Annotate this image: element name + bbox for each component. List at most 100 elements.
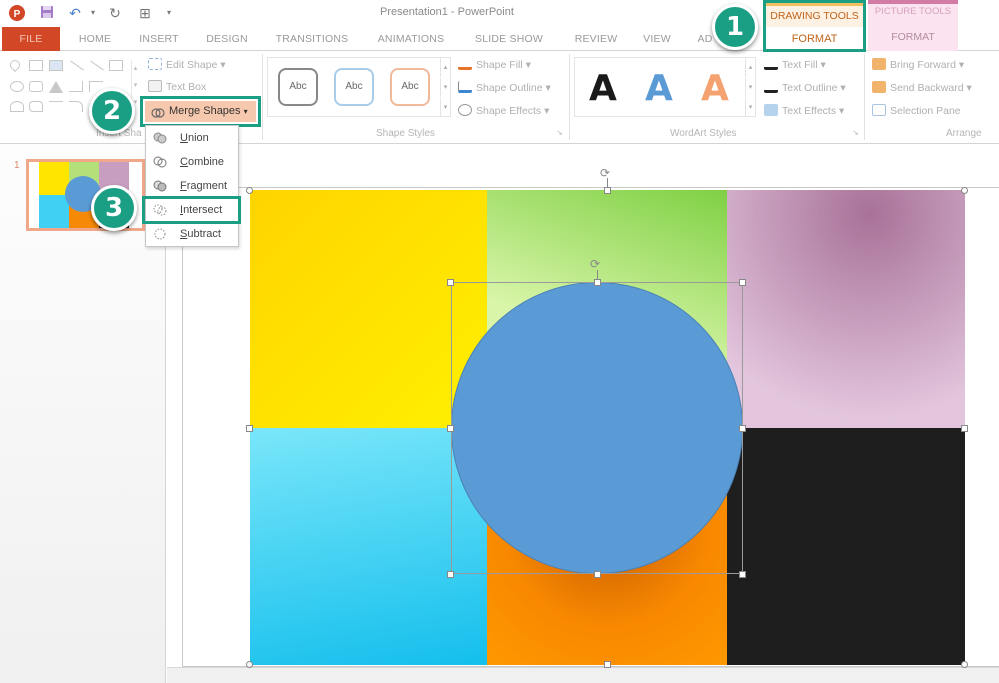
shape-triangle-icon[interactable] — [49, 81, 63, 93]
tab-review[interactable]: REVIEW — [568, 27, 624, 51]
shape-rectangle-icon[interactable] — [29, 60, 43, 71]
tab-transitions[interactable]: TRANSITIONS — [266, 27, 358, 51]
shape-effects-icon — [458, 104, 472, 116]
rotate-handle-line — [607, 178, 608, 188]
menu-item-subtract[interactable]: Subtract — [146, 222, 238, 246]
redo-icon[interactable]: ↻ — [106, 4, 124, 22]
shape-rect2-icon[interactable] — [109, 60, 123, 71]
shape-outline-icon — [458, 81, 472, 93]
shape-style-preview-blue[interactable]: Abc — [334, 68, 374, 106]
menu-item-fragment[interactable]: Fragment — [146, 174, 238, 198]
shape-bracket-icon[interactable] — [49, 101, 63, 112]
thumb-cyan — [39, 195, 69, 228]
shape-rounded-rect-icon[interactable] — [29, 81, 43, 92]
purple-rectangle[interactable] — [727, 190, 965, 428]
circle-selection-box — [451, 282, 743, 574]
shape-arc-icon[interactable] — [69, 101, 83, 112]
text-box-button[interactable]: Text Box — [148, 80, 206, 93]
resize-handle[interactable] — [447, 425, 454, 432]
resize-handle[interactable] — [739, 425, 746, 432]
text-effects-button[interactable]: Text Effects ▾ — [764, 104, 844, 117]
resize-handle[interactable] — [961, 425, 968, 432]
window-title: Presentation1 - PowerPoint — [380, 6, 514, 18]
shape-styles-gallery[interactable]: Abc Abc Abc ▴ ▾ ▾ — [267, 57, 451, 117]
wordart-styles-gallery[interactable]: A A A ▴ ▾ ▾ — [574, 57, 756, 117]
shape-elbow-connector-icon[interactable] — [69, 81, 83, 92]
tab-drawing-tools-format[interactable]: DRAWING TOOLS FORMAT — [763, 0, 866, 52]
resize-handle[interactable] — [246, 661, 253, 668]
customize-qat-icon[interactable]: ▾ — [160, 4, 178, 22]
gallery-scroll-up[interactable]: ▴ — [440, 58, 450, 77]
shape-line-icon[interactable] — [70, 60, 84, 71]
tab-home[interactable]: HOME — [66, 27, 124, 51]
resize-handle[interactable] — [594, 279, 601, 286]
menu-item-combine[interactable]: Combine — [146, 150, 238, 174]
wordart-scroll-up[interactable]: ▴ — [745, 58, 755, 77]
resize-handle[interactable] — [739, 279, 746, 286]
resize-handle[interactable] — [961, 187, 968, 194]
undo-dropdown-icon[interactable]: ▾ — [84, 4, 102, 22]
resize-handle[interactable] — [246, 425, 253, 432]
merge-shapes-menu: Union Combine Fragment Intersect Subtrac… — [145, 125, 239, 247]
gallery-more[interactable]: ▾ — [440, 98, 450, 117]
shape-textbox-icon[interactable] — [49, 60, 63, 71]
undo-icon[interactable]: ↶ — [66, 4, 84, 22]
shape-arrow-icon[interactable] — [90, 60, 104, 71]
shape-cloud-icon[interactable] — [29, 101, 43, 112]
gallery-scroll-down[interactable]: ▾ — [440, 78, 450, 97]
wordart-preview-orange[interactable]: A — [701, 68, 729, 109]
callout-step-2: 2 — [89, 88, 135, 134]
shape-styles-launcher-icon[interactable]: ↘ — [556, 128, 563, 137]
wordart-launcher-icon[interactable]: ↘ — [852, 128, 859, 137]
callout-step-3: 3 — [91, 185, 137, 231]
shape-oval-icon[interactable] — [10, 81, 24, 92]
shape-style-preview-orange[interactable]: Abc — [390, 68, 430, 106]
start-from-beginning-icon[interactable]: ⊞ — [136, 4, 154, 22]
text-outline-button[interactable]: Text Outline ▾ — [764, 81, 846, 94]
status-area — [167, 667, 999, 683]
save-icon[interactable] — [38, 4, 56, 22]
wordart-preview-black[interactable]: A — [589, 68, 617, 109]
tab-picture-tools-format[interactable]: PICTURE TOOLS FORMAT — [868, 0, 958, 51]
resize-handle[interactable] — [604, 187, 611, 194]
drawing-tools-format-label: FORMAT — [791, 33, 838, 45]
wordart-scroll-down[interactable]: ▾ — [745, 78, 755, 97]
send-backward-button[interactable]: Send Backward ▾ — [872, 81, 972, 94]
shape-arrow-down-icon[interactable] — [10, 101, 24, 112]
tab-slide-show[interactable]: SLIDE SHOW — [466, 27, 552, 51]
resize-handle[interactable] — [246, 187, 253, 194]
shape-effects-button[interactable]: Shape Effects ▾ — [458, 104, 549, 117]
wordart-preview-blue[interactable]: A — [645, 68, 673, 109]
circle-rotate-handle-icon[interactable]: ⟳ — [590, 257, 600, 271]
shape-style-preview-dark[interactable]: Abc — [278, 68, 318, 106]
picture-tools-label: PICTURE TOOLS — [874, 6, 952, 17]
text-fill-button[interactable]: Text Fill ▾ — [764, 58, 826, 71]
resize-handle[interactable] — [604, 661, 611, 668]
resize-handle[interactable] — [739, 571, 746, 578]
subtract-icon — [154, 228, 166, 240]
tab-insert[interactable]: INSERT — [128, 27, 190, 51]
wordart-more[interactable]: ▾ — [745, 98, 755, 117]
resize-handle[interactable] — [594, 571, 601, 578]
shape-heart-icon[interactable] — [7, 57, 23, 73]
selection-pane-button[interactable]: Selection Pane — [872, 104, 961, 117]
merge-shapes-dropdown-icon: ▾ — [243, 107, 248, 116]
tab-file[interactable]: FILE — [2, 27, 60, 51]
menu-item-union[interactable]: Union — [146, 126, 238, 150]
shape-fill-button[interactable]: Shape Fill ▾ — [458, 58, 531, 71]
resize-handle[interactable] — [961, 661, 968, 668]
tab-view[interactable]: VIEW — [632, 27, 682, 51]
intersect-highlight-box — [142, 196, 241, 224]
edit-shape-button[interactable]: Edit Shape ▾ — [148, 58, 226, 71]
merge-shapes-button[interactable]: Merge Shapes ▾ — [140, 96, 261, 127]
tab-design[interactable]: DESIGN — [196, 27, 258, 51]
tab-animations[interactable]: ANIMATIONS — [368, 27, 454, 51]
black-rectangle[interactable] — [727, 428, 965, 665]
resize-handle[interactable] — [447, 571, 454, 578]
text-fill-icon — [764, 58, 778, 70]
bring-forward-button[interactable]: Bring Forward ▾ — [872, 58, 964, 71]
shape-outline-button[interactable]: Shape Outline ▾ — [458, 81, 551, 94]
resize-handle[interactable] — [447, 279, 454, 286]
rotate-handle-icon[interactable]: ⟳ — [600, 166, 610, 180]
ribbon-separator — [569, 54, 570, 140]
